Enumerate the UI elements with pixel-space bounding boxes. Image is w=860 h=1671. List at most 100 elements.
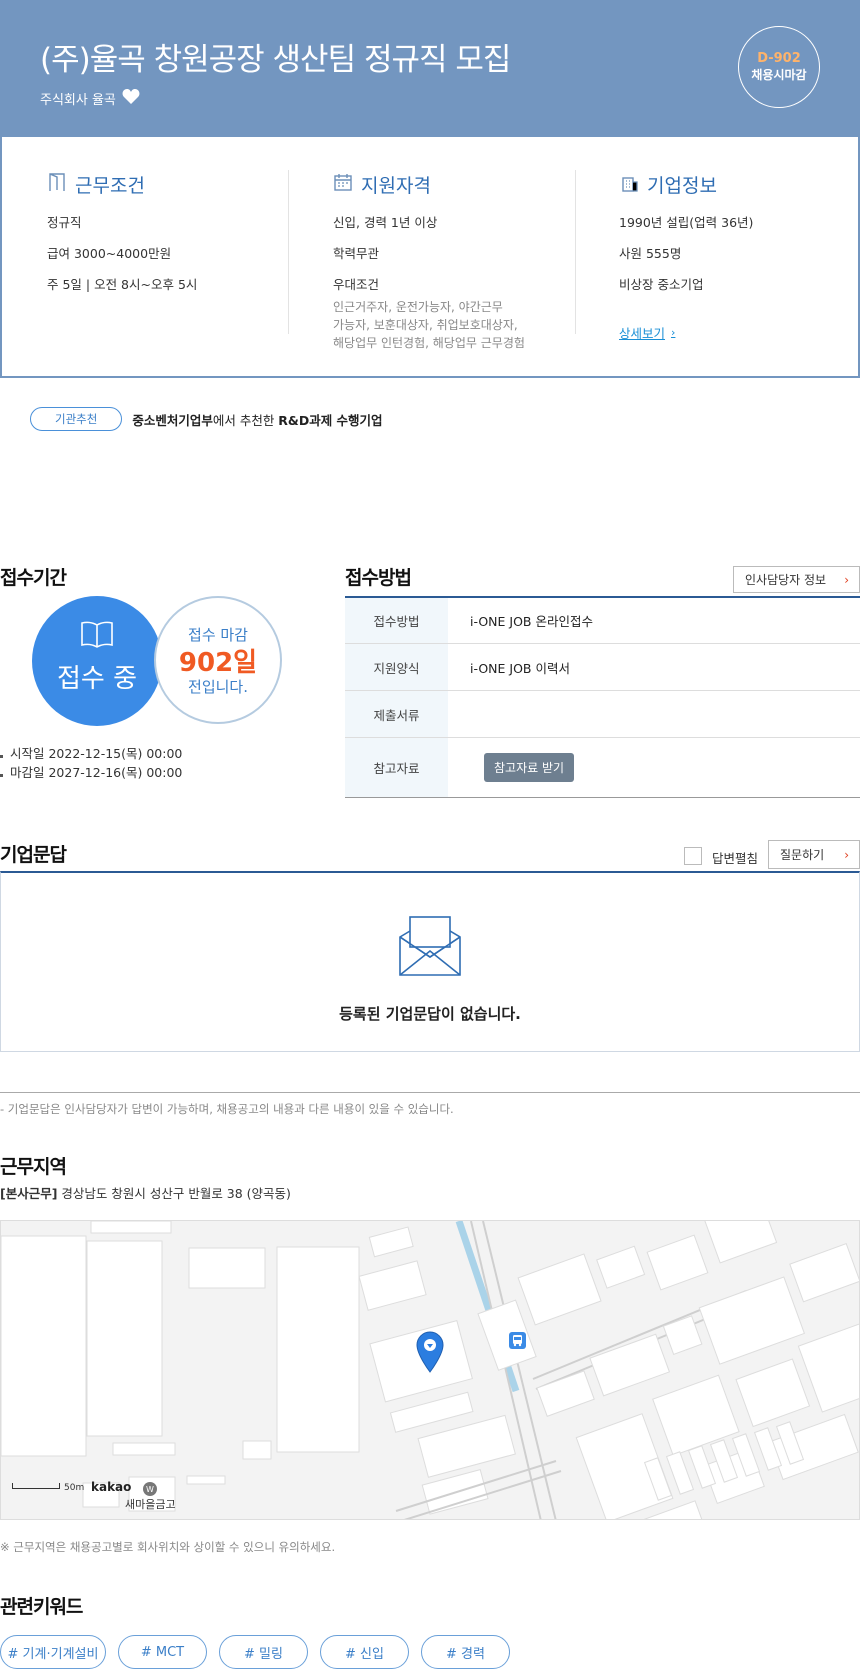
chevron-right-icon: › xyxy=(844,847,849,862)
company-detail-link[interactable]: 상세보기 › xyxy=(619,323,675,342)
keyword-tag[interactable]: # 밀링 xyxy=(219,1635,308,1669)
poi-label: 새마을금고 xyxy=(125,1498,176,1511)
qa-empty-message: 등록된 기업문답이 없습니다. xyxy=(339,1005,521,1023)
table-row: 지원양식 i-ONE JOB 이력서 xyxy=(345,644,860,691)
table-row: 참고자료 참고자료 받기 xyxy=(345,738,860,798)
keyword-tag[interactable]: # 경력 xyxy=(421,1635,510,1669)
row-label: 참고자료 xyxy=(345,738,448,797)
status-text: 접수 중 xyxy=(56,664,138,694)
location-title: 근무지역 xyxy=(0,1156,67,1178)
scale-bar xyxy=(12,1483,60,1489)
work-address: [본사근무] 경상남도 창원시 성산구 반월로 38 (양곡동) xyxy=(0,1183,291,1202)
heart-icon[interactable] xyxy=(122,88,140,109)
end-date: 마감일 2027-12-16(목) 00:00 xyxy=(0,763,182,782)
qualify-line: 학력무관 xyxy=(333,246,380,261)
qualify-line: 신입, 경력 1년 이상 xyxy=(333,215,438,230)
preferred-line: 해당업무 인턴경험, 해당업무 근무경험 xyxy=(333,336,525,350)
company-line: 1990년 설립(업력 36년) xyxy=(619,215,754,230)
table-row: 접수방법 i-ONE JOB 온라인접수 xyxy=(345,598,860,644)
page-title: (주)율곡 창원공장 생산팀 정규직 모집 xyxy=(40,42,511,78)
qualify-title: 지원자격 xyxy=(361,175,431,197)
qa-title: 기업문답 xyxy=(0,844,67,866)
address-text: 경상남도 창원시 성산구 반월로 38 (양곡동) xyxy=(57,1186,291,1201)
keyword-tag[interactable]: # 신입 xyxy=(320,1635,409,1669)
keywords-title: 관련키워드 xyxy=(0,1596,83,1618)
calendar-icon xyxy=(333,172,353,197)
table-row: 제출서류 xyxy=(345,691,860,738)
qa-empty-box: 등록된 기업문답이 없습니다. xyxy=(0,871,860,1052)
kakao-logo: kakao xyxy=(91,1480,132,1494)
detail-link-label: 상세보기 xyxy=(619,326,666,341)
building-icon xyxy=(619,172,639,197)
row-label: 접수방법 xyxy=(345,598,448,643)
work-conditions: 근무조건 정규직 급여 3000~4000만원 주 5일 | 오전 8시~오후 … xyxy=(47,171,287,341)
hr-info-button[interactable]: 인사담당자 정보 › xyxy=(733,566,860,593)
before-label: 전입니다. xyxy=(188,678,248,696)
book-icon xyxy=(80,620,114,652)
map-marker-icon[interactable] xyxy=(416,1331,444,1377)
preferred-line: 가능자, 보훈대상자, 취업보호대상자, xyxy=(333,318,518,332)
recommend-row: 기관추천 중소벤처기업부에서 추천한 R&D과제 수행기업 xyxy=(30,407,383,431)
job-header: (주)율곡 창원공장 생산팀 정규직 모집 주식회사 율곡 D-902 채용시마… xyxy=(0,0,860,137)
company-line: 사원 555명 xyxy=(619,246,682,261)
divider xyxy=(288,170,289,334)
row-value: i-ONE JOB 온라인접수 xyxy=(470,614,593,629)
method-table: 접수방법 i-ONE JOB 온라인접수 지원양식 i-ONE JOB 이력서 … xyxy=(345,596,860,798)
qa-note: - 기업문답은 인사담당자가 답변이 가능하며, 채용공고의 내용과 다른 내용… xyxy=(0,1102,454,1116)
status-circle: 접수 중 xyxy=(32,596,162,726)
work-line: 급여 3000~4000만원 xyxy=(47,246,172,261)
work-title: 근무조건 xyxy=(75,175,145,197)
recommend-text: 중소벤처기업부에서 추천한 R&D과제 수행기업 xyxy=(132,410,382,429)
company-title: 기업정보 xyxy=(647,175,717,197)
map-note: ※ 근무지역은 채용공고별로 회사위치와 상이할 수 있으니 유의하세요. xyxy=(0,1540,336,1554)
keyword-list: # 기계·기계설비 # MCT # 밀링 # 신입 # 경력 xyxy=(0,1635,510,1669)
divider xyxy=(0,1092,860,1093)
keyword-tag[interactable]: # MCT xyxy=(118,1635,207,1669)
company-info: 기업정보 1990년 설립(업력 36년) 사원 555명 비상장 중소기업 상… xyxy=(619,171,849,341)
row-value: i-ONE JOB 이력서 xyxy=(470,660,570,676)
row-value: 참고자료 받기 xyxy=(448,738,860,797)
dday-badge: D-902 채용시마감 xyxy=(738,26,820,108)
recommend-mid: 에서 추천한 xyxy=(212,412,279,428)
summary-box: 근무조건 정규직 급여 3000~4000만원 주 5일 | 오전 8시~오후 … xyxy=(0,137,860,378)
work-line: 정규직 xyxy=(47,215,82,230)
hr-info-label: 인사담당자 정보 xyxy=(745,573,827,587)
divider xyxy=(575,170,576,334)
row-value xyxy=(448,691,860,737)
scale-label: 50m xyxy=(64,1483,85,1493)
dday-text: 채용시마감 xyxy=(751,68,807,82)
row-label: 지원양식 xyxy=(345,644,448,690)
ask-question-label: 질문하기 xyxy=(780,848,825,862)
envelope-icon xyxy=(399,915,461,981)
row-label: 제출서류 xyxy=(345,691,448,737)
svg-text:W: W xyxy=(146,1485,154,1494)
address-tag: [본사근무] xyxy=(0,1186,58,1201)
work-line: 주 5일 | 오전 8시~오후 5시 xyxy=(47,277,198,292)
method-title: 접수방법 xyxy=(345,567,412,589)
recommend-tag: R&D과제 수행기업 xyxy=(278,412,383,428)
preferred-line: 인근거주자, 운전가능자, 야간근무 xyxy=(333,300,503,314)
recommend-pill: 기관추천 xyxy=(30,407,123,431)
qualifications: 지원자격 신입, 경력 1년 이상 학력무관 우대조건 인근거주자, 운전가능자… xyxy=(333,171,563,350)
company-name[interactable]: 주식회사 율곡 xyxy=(40,88,140,109)
expand-answers-checkbox[interactable] xyxy=(684,847,702,865)
period-title: 접수기간 xyxy=(0,567,67,589)
company-name-label: 주식회사 율곡 xyxy=(40,93,116,108)
period-dates: 시작일 2022-12-15(목) 00:00 마감일 2027-12-16(목… xyxy=(0,744,182,782)
bus-stop-icon[interactable] xyxy=(509,1332,526,1353)
ask-question-button[interactable]: 질문하기 › xyxy=(768,840,860,869)
door-icon xyxy=(47,172,67,197)
keyword-tag[interactable]: # 기계·기계설비 xyxy=(0,1635,106,1669)
location-map[interactable]: W 새마을금고 50m kakao xyxy=(0,1220,860,1520)
expand-answers-label[interactable]: 답변펼침 xyxy=(712,848,758,867)
chevron-right-icon: › xyxy=(844,572,849,587)
chevron-right-icon: › xyxy=(671,326,676,339)
qualify-line: 우대조건 xyxy=(333,277,380,292)
dday-number: D-902 xyxy=(757,51,801,66)
company-line: 비상장 중소기업 xyxy=(619,277,704,292)
deadline-circle: 접수 마감 902일 전입니다. xyxy=(154,596,282,724)
days-left: 902일 xyxy=(178,648,258,678)
recommend-org: 중소벤처기업부 xyxy=(132,412,213,428)
start-date: 시작일 2022-12-15(목) 00:00 xyxy=(0,744,182,763)
download-reference-button[interactable]: 참고자료 받기 xyxy=(484,753,575,782)
